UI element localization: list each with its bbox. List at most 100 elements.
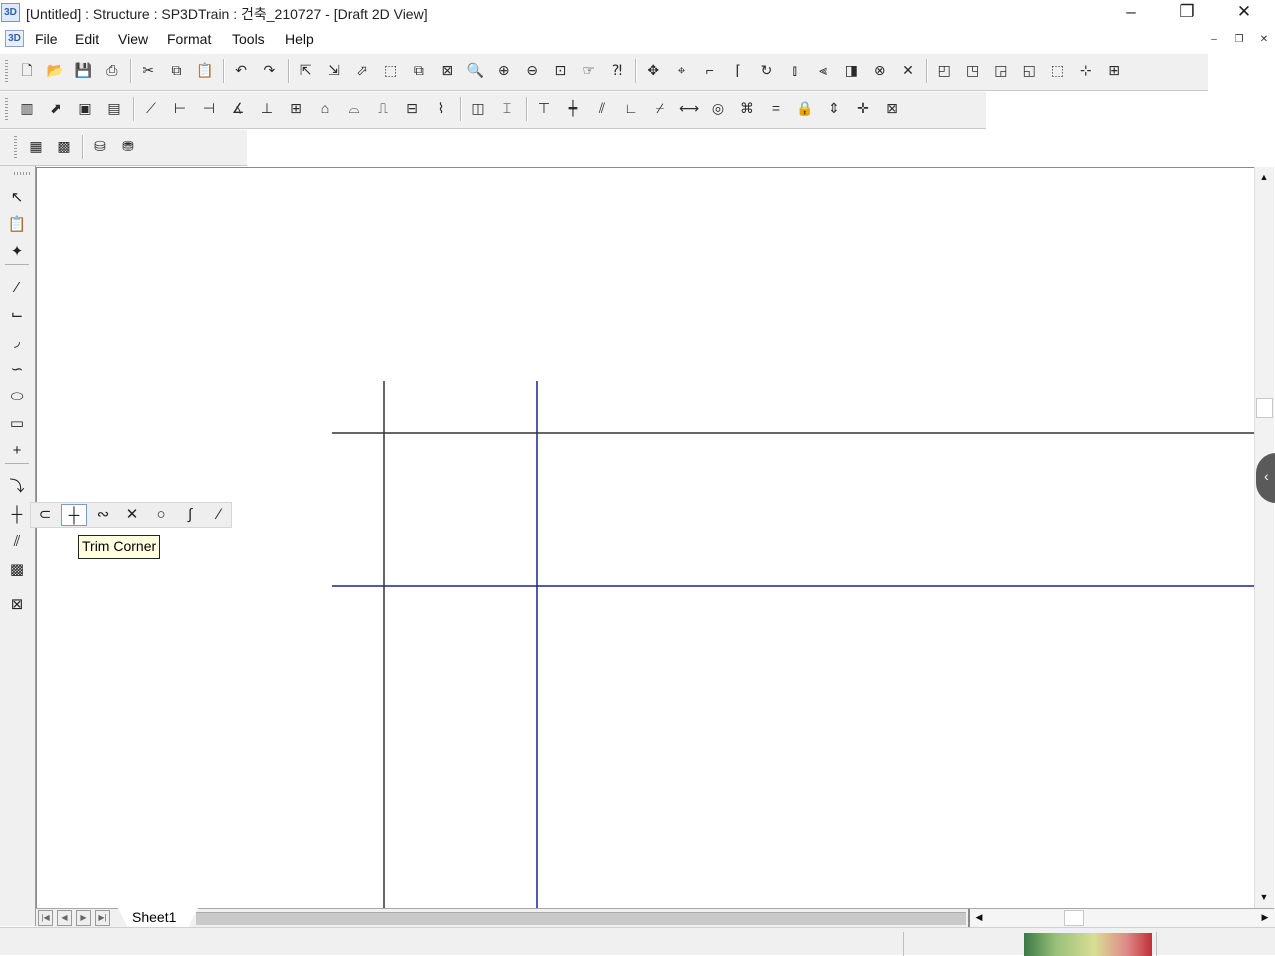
cut-icon[interactable]: ✂ bbox=[136, 59, 160, 81]
section-icon[interactable]: ⌶ bbox=[495, 97, 519, 119]
rotate-icon[interactable]: ↻ bbox=[755, 59, 779, 81]
bring-forward-icon[interactable]: ◲ bbox=[989, 59, 1013, 81]
line-tool-icon[interactable]: ⁄ bbox=[4, 276, 30, 300]
pan-icon[interactable]: ☞ bbox=[577, 59, 601, 81]
dim-coordinate-icon[interactable]: ⊞ bbox=[284, 97, 308, 119]
new-icon[interactable]: 🗋 bbox=[15, 59, 39, 81]
fillet-icon[interactable]: ⌐ bbox=[698, 59, 722, 81]
zoom-area-icon[interactable]: 🔍 bbox=[464, 59, 488, 81]
sheet-next-button[interactable]: ▶ bbox=[76, 910, 91, 926]
close-button[interactable]: ✕ bbox=[1221, 0, 1267, 26]
fill-icon[interactable]: ◨ bbox=[839, 59, 863, 81]
symbol-icon[interactable]: ▥ bbox=[15, 97, 39, 119]
send-back-icon[interactable]: ◳ bbox=[961, 59, 985, 81]
whats-this-icon[interactable]: ⁈ bbox=[605, 59, 629, 81]
lock-icon[interactable]: 🔒 bbox=[793, 97, 817, 119]
fillet-tool-icon[interactable]: ⤵ bbox=[4, 475, 30, 499]
scroll-down-arrow-icon[interactable]: ▼ bbox=[1255, 889, 1273, 906]
vertical-icon[interactable]: ┿ bbox=[561, 97, 585, 119]
save-icon[interactable]: 💾 bbox=[72, 59, 96, 81]
delete-icon[interactable]: ✕ bbox=[896, 59, 920, 81]
document-icon[interactable]: 3D bbox=[5, 30, 24, 47]
horizontal-scroll-thumb[interactable] bbox=[1064, 910, 1084, 926]
drawing-canvas[interactable] bbox=[36, 167, 1255, 909]
ref-view2-icon[interactable]: ▩ bbox=[52, 135, 76, 157]
select-tool-icon[interactable]: ⇱ bbox=[294, 59, 318, 81]
scroll-right-arrow-icon[interactable]: ▶ bbox=[1258, 909, 1272, 926]
table-icon[interactable]: ⊟ bbox=[400, 97, 424, 119]
paste-icon[interactable]: 📋 bbox=[193, 59, 217, 81]
align-icon[interactable]: ⌖ bbox=[670, 59, 694, 81]
callout-icon[interactable]: ⌂ bbox=[313, 97, 337, 119]
layers-icon[interactable]: ⧉ bbox=[407, 59, 431, 81]
break-line-icon[interactable]: ⌇ bbox=[429, 97, 453, 119]
level-icon[interactable]: ⛃ bbox=[116, 135, 140, 157]
horizontal-icon[interactable]: ⊤ bbox=[532, 97, 556, 119]
clipboard-icon[interactable]: 📋 bbox=[4, 213, 30, 237]
restore-button[interactable]: ❐ bbox=[1164, 0, 1210, 26]
trim-tool-icon[interactable]: ┼ bbox=[4, 503, 30, 527]
redo-icon[interactable]: ↷ bbox=[257, 59, 281, 81]
dim-angle-icon[interactable]: ∡ bbox=[226, 97, 250, 119]
fit-all-icon[interactable]: ⊡ bbox=[548, 59, 572, 81]
dimension-icon[interactable]: ⟋ bbox=[139, 97, 163, 119]
select-arrow-icon[interactable]: ↖ bbox=[4, 186, 30, 210]
text-box-icon[interactable]: ▤ bbox=[102, 97, 126, 119]
point-tool-icon[interactable]: + bbox=[4, 439, 30, 463]
frame-icon[interactable]: ⬚ bbox=[1046, 59, 1070, 81]
dim-vertical-icon[interactable]: ⊣ bbox=[197, 97, 221, 119]
move-icon[interactable]: ✥ bbox=[641, 59, 665, 81]
smart-select-icon[interactable]: ✦ bbox=[4, 240, 30, 264]
drawing-sheet[interactable] bbox=[37, 168, 1255, 909]
ellipse-tool-icon[interactable]: ⬭ bbox=[4, 385, 30, 409]
trim-icon[interactable]: ⊂ bbox=[32, 504, 58, 526]
fit-icon[interactable]: ⊠ bbox=[435, 59, 459, 81]
relation-icon[interactable]: ⇕ bbox=[822, 97, 846, 119]
insert-tool-icon[interactable]: ⊠ bbox=[4, 593, 30, 617]
scale-line-icon[interactable]: ∕ bbox=[206, 504, 232, 526]
polyline-tool-icon[interactable]: ⌙ bbox=[4, 303, 30, 327]
arc-tool-icon[interactable]: ◞ bbox=[4, 330, 30, 354]
cross-icon[interactable]: ✛ bbox=[851, 97, 875, 119]
horizontal-scrollbar[interactable]: ◀ ▶ bbox=[968, 909, 1275, 927]
print-icon[interactable]: ⎙ bbox=[100, 59, 124, 81]
symmetric-icon[interactable]: ⌘ bbox=[735, 97, 759, 119]
select-in-icon[interactable]: ⬀ bbox=[350, 59, 374, 81]
doc-close-button[interactable]: ✕ bbox=[1256, 33, 1272, 47]
dim-point-icon[interactable]: ⊥ bbox=[255, 97, 279, 119]
bring-front-icon[interactable]: ◰ bbox=[932, 59, 956, 81]
hatch-tool-icon[interactable]: ▩ bbox=[4, 558, 30, 582]
offset-icon[interactable]: ⌈ bbox=[726, 59, 750, 81]
collinear-icon[interactable]: ⟷ bbox=[677, 97, 701, 119]
menu-format[interactable]: Format bbox=[167, 31, 211, 47]
group-icon[interactable]: ⊗ bbox=[868, 59, 892, 81]
break-icon[interactable]: ○ bbox=[148, 504, 174, 526]
curve-tool-icon[interactable]: ∽ bbox=[4, 358, 30, 382]
vertical-scroll-thumb[interactable] bbox=[1256, 398, 1273, 418]
split-curve-icon[interactable]: ∾ bbox=[90, 504, 116, 526]
vertical-scrollbar[interactable]: ▲ ▼ bbox=[1254, 167, 1274, 908]
doc-restore-button[interactable]: ❐ bbox=[1231, 33, 1247, 47]
split-icon[interactable]: ⊹ bbox=[1074, 59, 1098, 81]
offset-tool-icon[interactable]: ⫽ bbox=[4, 530, 30, 554]
sheet-first-button[interactable]: |◀ bbox=[38, 910, 53, 926]
copy-icon[interactable]: ⧉ bbox=[165, 59, 189, 81]
extend-icon[interactable]: ✕ bbox=[119, 504, 145, 526]
tangent-icon[interactable]: ⌿ bbox=[648, 97, 672, 119]
scroll-left-arrow-icon[interactable]: ◀ bbox=[972, 909, 986, 926]
minimize-button[interactable]: – bbox=[1108, 0, 1154, 26]
undo-icon[interactable]: ↶ bbox=[229, 59, 253, 81]
open-icon[interactable]: 📂 bbox=[43, 59, 67, 81]
zoom-out-icon[interactable]: ⊖ bbox=[520, 59, 544, 81]
maintain-icon[interactable]: ⊠ bbox=[880, 97, 904, 119]
zoom-in-icon[interactable]: ⊕ bbox=[492, 59, 516, 81]
balloon-icon[interactable]: ⌓ bbox=[342, 97, 366, 119]
equal-icon[interactable]: = bbox=[764, 97, 788, 119]
menu-help[interactable]: Help bbox=[285, 31, 314, 47]
send-backward-icon[interactable]: ◱ bbox=[1017, 59, 1041, 81]
perpendicular-icon[interactable]: ∟ bbox=[619, 97, 643, 119]
doc-minimize-button[interactable]: – bbox=[1206, 33, 1222, 47]
menu-file[interactable]: File bbox=[35, 31, 58, 47]
dim-horizontal-icon[interactable]: ⊢ bbox=[168, 97, 192, 119]
menu-edit[interactable]: Edit bbox=[75, 31, 99, 47]
